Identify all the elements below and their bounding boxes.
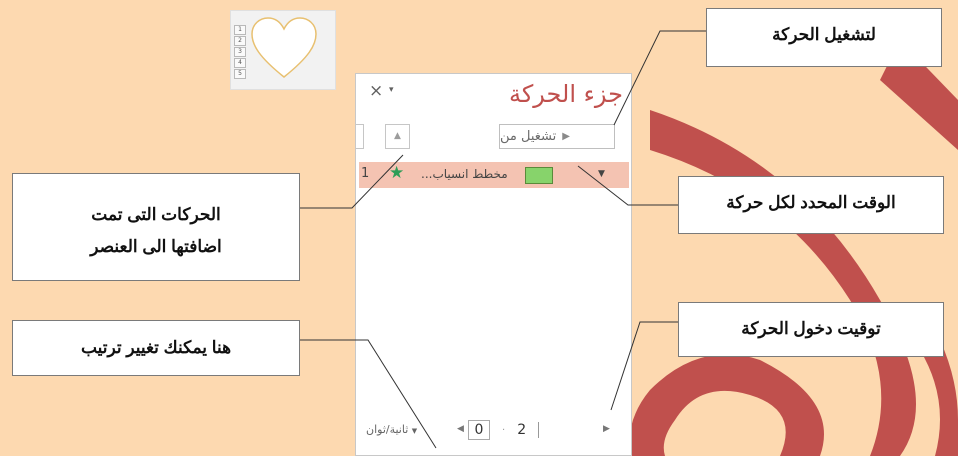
callout-entry-timing: توقيت دخول الحركة	[678, 302, 944, 357]
callout-entry-timing-text: توقيت دخول الحركة	[741, 319, 881, 338]
callout-added-animations: الحركات التى تمت اضافتها الى العنصر	[12, 173, 300, 281]
callout-play-text: لتشغيل الحركة	[772, 25, 876, 44]
callout-play: لتشغيل الحركة	[706, 8, 942, 67]
callout-duration: الوقت المحدد لكل حركة	[678, 176, 944, 234]
callout-reorder: هنا يمكنك تغيير ترتيب	[12, 320, 300, 376]
callout-duration-text: الوقت المحدد لكل حركة	[726, 193, 896, 212]
callout-added-line2: اضافتها الى العنصر	[90, 237, 222, 256]
callout-added-line1: الحركات التى تمت	[91, 205, 221, 224]
callout-reorder-text: هنا يمكنك تغيير ترتيب	[80, 338, 232, 357]
